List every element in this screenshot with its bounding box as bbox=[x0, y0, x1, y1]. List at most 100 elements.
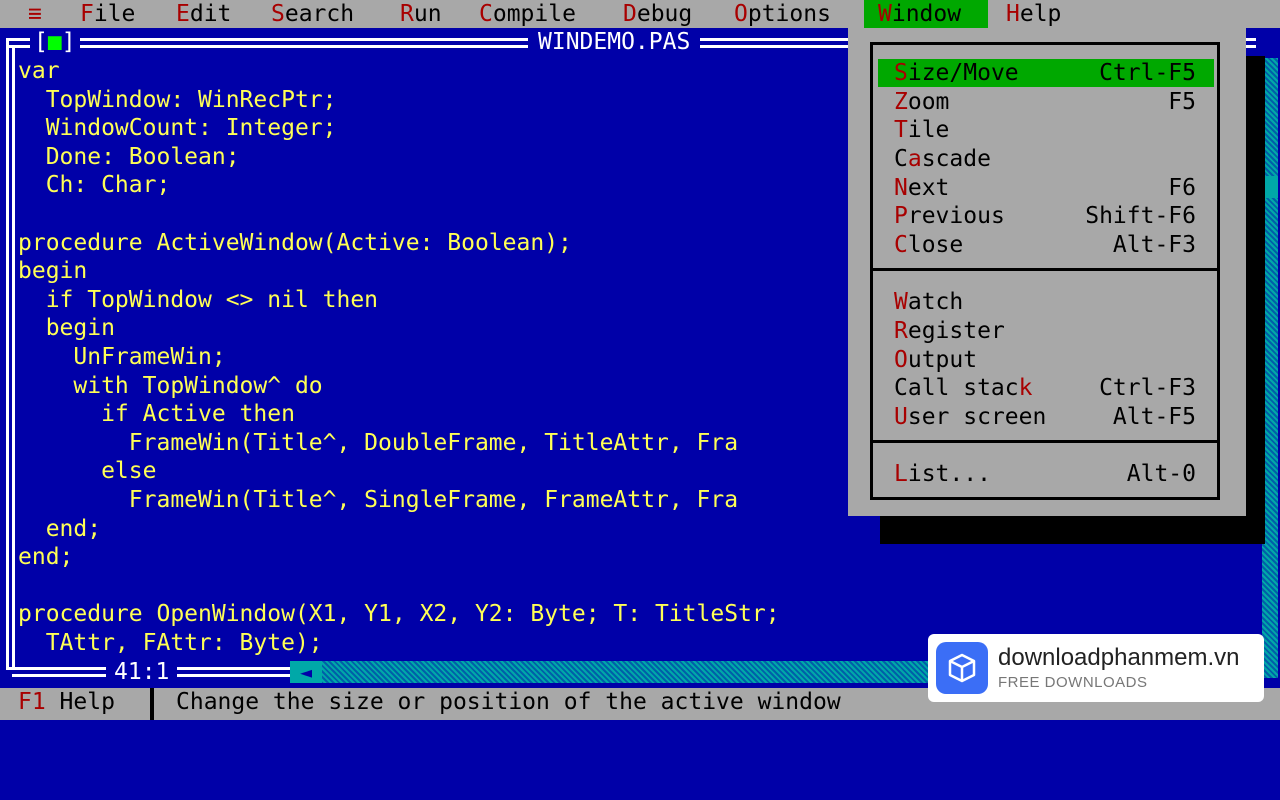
code-area[interactable]: var TopWindow: WinRecPtr; WindowCount: I… bbox=[18, 57, 780, 657]
window-menu-item[interactable]: Output bbox=[878, 346, 1214, 374]
menu-label: earch bbox=[284, 1, 355, 27]
horizontal-scroll-thumb[interactable]: ◄ bbox=[290, 661, 322, 683]
label-hotkey: N bbox=[894, 175, 908, 201]
code-line[interactable]: begin bbox=[18, 314, 780, 343]
window-menu-item[interactable]: Zoom F5 bbox=[878, 88, 1214, 116]
menu-hotkey: F bbox=[80, 1, 94, 27]
window-menu-item[interactable]: List... Alt-0 bbox=[878, 460, 1214, 488]
label-post: lose bbox=[907, 232, 964, 258]
menu-run[interactable]: Run bbox=[392, 0, 450, 28]
window-dropdown-menu: Size/Move Ctrl-F5 Zoom F5 Tile Cascade Next F6 P… bbox=[848, 28, 1246, 516]
code-line[interactable] bbox=[18, 572, 780, 601]
window-menu-item[interactable]: Next F6 bbox=[878, 174, 1214, 202]
window-menu-item[interactable]: Cascade bbox=[878, 145, 1214, 173]
menu-search[interactable]: Search bbox=[263, 0, 362, 28]
menu-help[interactable]: Help bbox=[998, 0, 1069, 28]
label-pre: Call stac bbox=[894, 375, 1019, 401]
menu-item-shortcut: Ctrl-F5 bbox=[1099, 60, 1196, 86]
code-line[interactable]: Ch: Char; bbox=[18, 171, 780, 200]
status-message: Change the size or position of the activ… bbox=[176, 689, 841, 715]
menu-file[interactable]: File bbox=[72, 0, 143, 28]
code-line[interactable] bbox=[18, 200, 780, 229]
code-line[interactable]: FrameWin(Title^, DoubleFrame, TitleAttr,… bbox=[18, 429, 780, 458]
label-post: scade bbox=[921, 146, 991, 172]
menu-hotkey: C bbox=[479, 1, 493, 27]
code-line[interactable]: TopWindow: WinRecPtr; bbox=[18, 86, 780, 115]
box-logo-icon bbox=[936, 642, 988, 694]
horizontal-scrollbar[interactable] bbox=[290, 661, 930, 683]
label-hotkey: R bbox=[894, 318, 908, 344]
label-post: ile bbox=[907, 117, 950, 143]
status-divider bbox=[150, 688, 154, 720]
menu-window[interactable]: Window bbox=[864, 0, 988, 28]
menu-item-label: Output bbox=[894, 346, 977, 374]
menu-debug[interactable]: Debug bbox=[615, 0, 700, 28]
label-post: ize/Move bbox=[907, 60, 1019, 86]
window-menu-item[interactable]: Watch bbox=[878, 288, 1214, 316]
menu-item-label: User screen bbox=[894, 403, 1046, 431]
label-pre: C bbox=[894, 146, 908, 172]
code-line[interactable]: FrameWin(Title^, SingleFrame, FrameAttr,… bbox=[18, 486, 780, 515]
frame-left-inner bbox=[12, 45, 15, 670]
menu-label: dit bbox=[189, 1, 232, 27]
menu-item-label: Call stack bbox=[894, 374, 1032, 402]
code-line[interactable]: else bbox=[18, 457, 780, 486]
window-menu-item[interactable]: Register bbox=[878, 317, 1214, 345]
menu-label: ptions bbox=[747, 1, 831, 27]
menu-options[interactable]: Options bbox=[726, 0, 839, 28]
code-line[interactable]: Done: Boolean; bbox=[18, 143, 780, 172]
window-menu-item[interactable]: Tile bbox=[878, 116, 1214, 144]
close-icon: ■ bbox=[47, 29, 62, 55]
label-hotkey: Z bbox=[894, 89, 908, 115]
code-line[interactable]: end; bbox=[18, 515, 780, 544]
watermark: downloadphanmem.vn FREE DOWNLOADS bbox=[928, 634, 1264, 702]
code-line[interactable]: begin bbox=[18, 257, 780, 286]
menu-item-label: Tile bbox=[894, 116, 949, 144]
menu-item-shortcut: F5 bbox=[1168, 89, 1196, 115]
window-menu-item[interactable]: Size/Move Ctrl-F5 bbox=[878, 59, 1214, 87]
code-line[interactable]: if TopWindow <> nil then bbox=[18, 286, 780, 315]
menu-item-shortcut: Ctrl-F3 bbox=[1099, 375, 1196, 401]
menu-label: ompile bbox=[492, 1, 576, 27]
menu-label: un bbox=[413, 1, 442, 27]
label-post: atch bbox=[907, 289, 964, 315]
menu-separator bbox=[870, 440, 1220, 443]
menu-bar: ≡ File Edit Search Run Compile Debug Opt… bbox=[0, 0, 1280, 28]
label-post: oom bbox=[907, 89, 950, 115]
menu-hotkey: H bbox=[1006, 1, 1020, 27]
code-line[interactable]: var bbox=[18, 57, 780, 86]
label-hotkey: a bbox=[907, 146, 922, 172]
code-line[interactable]: if Active then bbox=[18, 400, 780, 429]
close-box-button[interactable]: [■] bbox=[30, 28, 80, 56]
code-line[interactable]: with TopWindow^ do bbox=[18, 372, 780, 401]
menu-item-shortcut: F6 bbox=[1168, 175, 1196, 201]
code-line[interactable]: WindowCount: Integer; bbox=[18, 114, 780, 143]
code-line[interactable]: end; bbox=[18, 543, 780, 572]
code-line[interactable]: TAttr, FAttr: Byte); bbox=[18, 629, 780, 658]
help-key-hint[interactable]: F1 Help bbox=[18, 688, 115, 716]
window-menu-item[interactable]: User screen Alt-F5 bbox=[878, 403, 1214, 431]
menu-label: ebug bbox=[636, 1, 693, 27]
code-line[interactable]: procedure ActiveWindow(Active: Boolean); bbox=[18, 229, 780, 258]
window-menu-item[interactable]: Close Alt-F3 bbox=[878, 231, 1214, 259]
watermark-tagline: FREE DOWNLOADS bbox=[998, 674, 1148, 691]
menu-item-label: Cascade bbox=[894, 145, 991, 173]
menu-item-shortcut: Alt-F5 bbox=[1112, 404, 1196, 430]
help-key: F1 bbox=[18, 689, 46, 715]
system-menu-icon[interactable]: ≡ bbox=[20, 0, 50, 28]
label-hotkey: P bbox=[894, 203, 908, 229]
label-hotkey: T bbox=[894, 117, 908, 143]
menu-hotkey: R bbox=[400, 1, 414, 27]
label-hotkey: O bbox=[894, 347, 908, 373]
window-menu-item[interactable]: Call stack Ctrl-F3 bbox=[878, 374, 1214, 402]
menu-compile[interactable]: Compile bbox=[471, 0, 584, 28]
menu-hotkey: D bbox=[623, 1, 637, 27]
window-menu-item[interactable]: Previous Shift-F6 bbox=[878, 202, 1214, 230]
code-line[interactable]: procedure OpenWindow(X1, Y1, X2, Y2: Byt… bbox=[18, 600, 780, 629]
menu-item-label: List... bbox=[894, 460, 991, 488]
label-post: egister bbox=[907, 318, 1005, 344]
code-line[interactable]: UnFrameWin; bbox=[18, 343, 780, 372]
label-post: revious bbox=[907, 203, 1005, 229]
menu-edit[interactable]: Edit bbox=[168, 0, 239, 28]
watermark-site: downloadphanmem.vn bbox=[998, 644, 1240, 671]
